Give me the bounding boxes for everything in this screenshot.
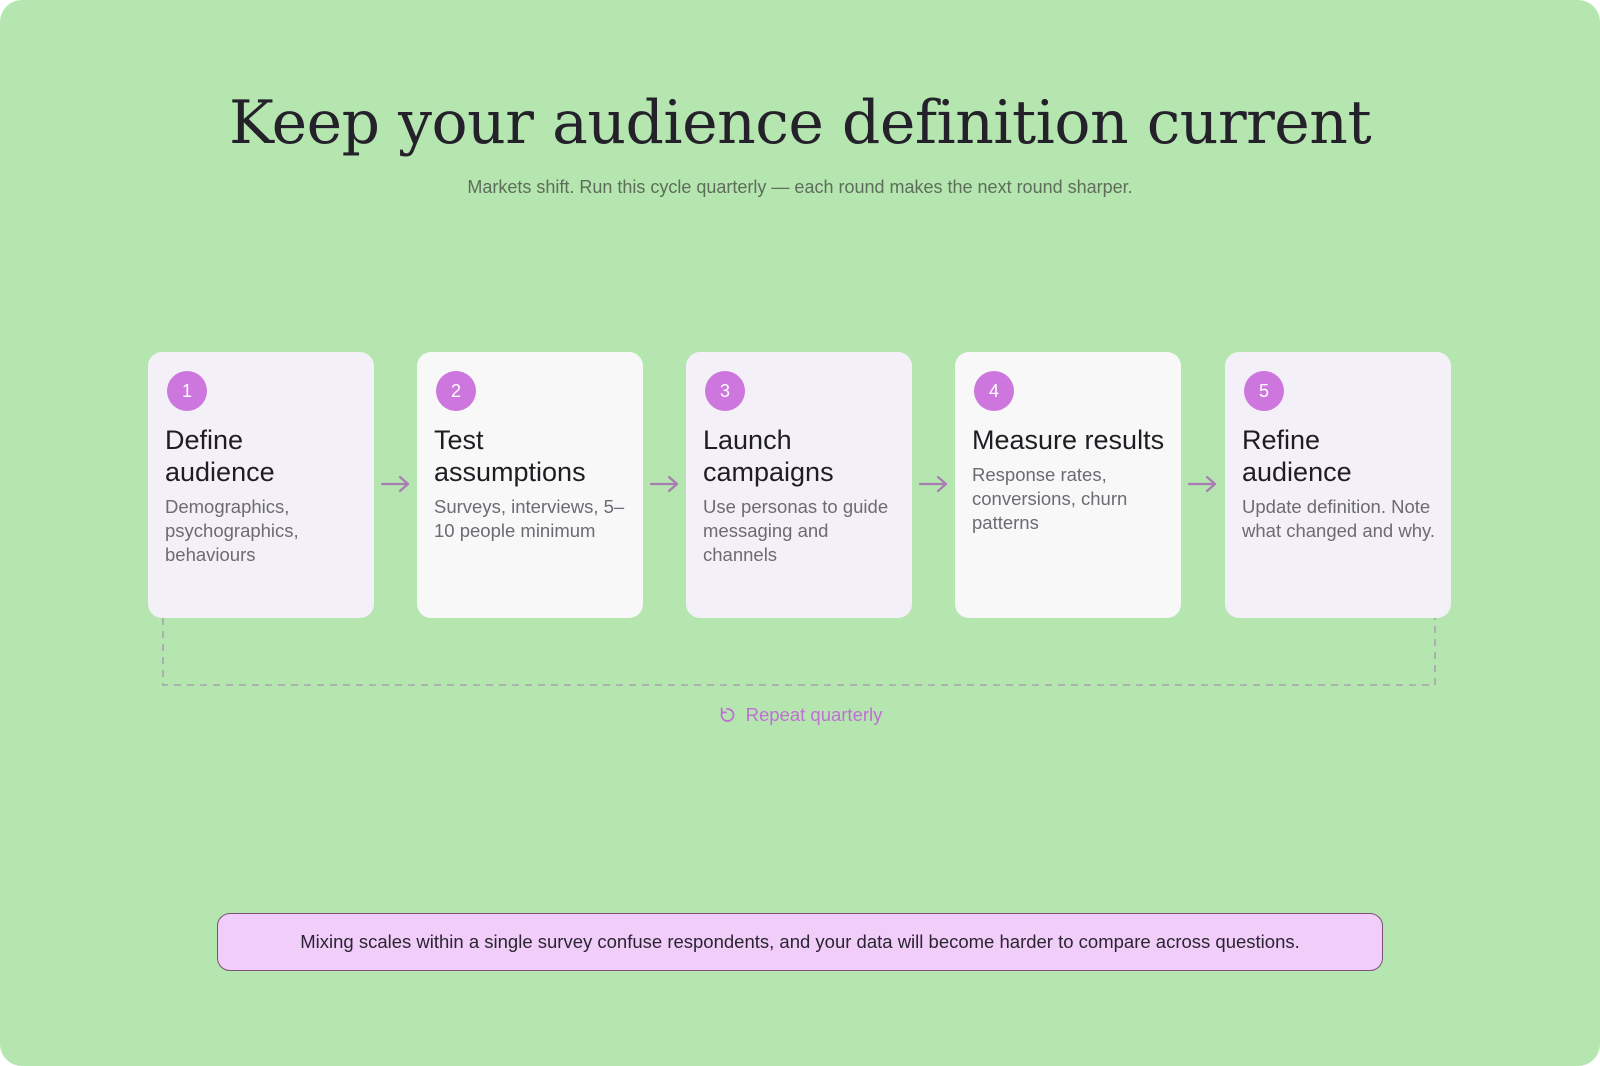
refresh-icon [720, 707, 735, 722]
step-number-badge: 4 [974, 371, 1014, 411]
arrow-right-icon [1187, 475, 1217, 493]
page-title: Keep your audience definition current [228, 88, 1372, 158]
arrow-right-icon [918, 475, 948, 493]
step-number-badge: 2 [436, 371, 476, 411]
step-card-measure-results: 4 Measure results Response rates, conver… [955, 352, 1181, 618]
step-description: Surveys, interviews, 5–10 people minimum [434, 496, 625, 541]
step-number-badge: 5 [1244, 371, 1284, 411]
repeat-label: Repeat quarterly [745, 704, 883, 725]
arrow-right-icon [649, 475, 679, 493]
step-card-refine-audience: 5 Refine audience Update definition. Not… [1225, 352, 1451, 618]
step-number-badge: 1 [167, 371, 207, 411]
step-title: Launch campaigns [703, 425, 834, 487]
step-number-badge: 3 [705, 371, 745, 411]
feedback-loop-connector [162, 618, 1436, 686]
step-description: Use personas to guide messaging and chan… [703, 496, 889, 565]
step-title: Test assumptions [434, 425, 586, 487]
step-title: Measure results [972, 425, 1165, 455]
step-card-define-audience: 1 Define audience Demographics, psychogr… [148, 352, 374, 618]
tip-callout: Mixing scales within a single survey con… [217, 913, 1383, 971]
diagram-canvas: Keep your audience definition current Ma… [0, 0, 1600, 1066]
repeat-label-row: Repeat quarterly [0, 704, 1600, 729]
step-card-launch-campaigns: 3 Launch campaigns Use personas to guide… [686, 352, 912, 618]
step-description: Demographics, psychographics, behaviours [165, 496, 299, 565]
step-title: Refine audience [1242, 425, 1352, 487]
step-description: Response rates, conversions, churn patte… [972, 464, 1128, 533]
arrow-right-icon [380, 475, 410, 493]
step-description: Update definition. Note what changed and… [1242, 496, 1436, 541]
step-card-test-assumptions: 2 Test assumptions Surveys, interviews, … [417, 352, 643, 618]
page-subtitle: Markets shift. Run this cycle quarterly … [467, 177, 1133, 197]
step-title: Define audience [165, 425, 275, 487]
